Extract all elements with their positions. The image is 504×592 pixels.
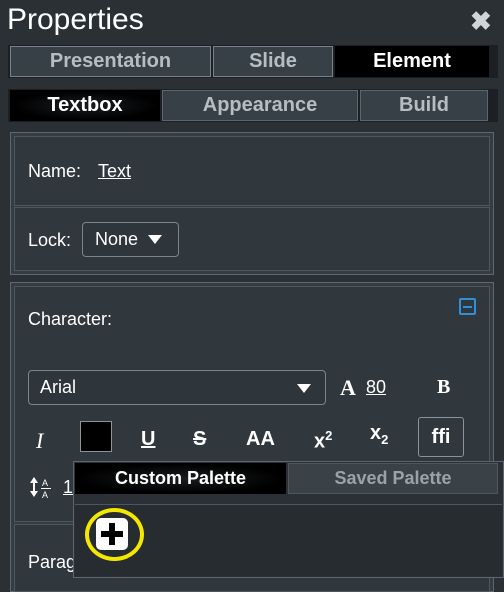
bold-button[interactable]: B: [437, 376, 450, 399]
tab-saved-palette[interactable]: Saved Palette: [288, 463, 498, 494]
window-title: Properties: [7, 3, 144, 36]
subscript-base: x: [370, 422, 382, 444]
tab-presentation[interactable]: Presentation: [10, 46, 211, 77]
close-icon[interactable]: ✖: [470, 6, 492, 37]
name-label: Name:: [28, 161, 82, 181]
chevron-down-icon: [148, 235, 163, 244]
name-section: [14, 136, 490, 206]
ligature-button[interactable]: ffi: [418, 417, 464, 457]
font-size-icon: A: [340, 375, 356, 400]
font-select[interactable]: Arial: [28, 370, 326, 405]
underline-button[interactable]: U: [141, 428, 155, 451]
subtab-appearance[interactable]: Appearance: [162, 90, 358, 121]
lock-label: Lock:: [28, 230, 72, 250]
collapse-icon[interactable]: [459, 298, 476, 315]
svg-text:A: A: [42, 478, 48, 488]
svg-text:A: A: [42, 490, 48, 500]
all-caps-button[interactable]: AA: [246, 428, 275, 451]
strikethrough-button[interactable]: S: [193, 428, 206, 451]
line-spacing-icon[interactable]: A A: [29, 475, 59, 501]
paragraph-label: Parag: [28, 552, 77, 572]
plus-icon[interactable]: [96, 518, 128, 550]
font-select-value: Arial: [40, 377, 77, 397]
tab-element[interactable]: Element: [335, 46, 489, 77]
subtab-textbox[interactable]: Textbox: [10, 90, 160, 121]
italic-button[interactable]: I: [36, 428, 43, 454]
tab-custom-palette[interactable]: Custom Palette: [75, 463, 286, 494]
tab-slide[interactable]: Slide: [213, 46, 333, 77]
name-value[interactable]: Text: [98, 161, 131, 182]
lock-select[interactable]: None: [82, 222, 179, 257]
subtab-build[interactable]: Build: [360, 90, 488, 121]
subscript-button[interactable]: x2: [370, 422, 388, 447]
text-color-swatch[interactable]: [80, 421, 112, 452]
line-spacing-value[interactable]: 1: [63, 477, 73, 498]
superscript-mark: 2: [325, 428, 333, 443]
superscript-base: x: [314, 430, 326, 453]
superscript-button[interactable]: x2: [314, 428, 332, 454]
lock-select-value: None: [95, 229, 139, 249]
subscript-mark: 2: [381, 432, 389, 447]
character-label: Character:: [28, 309, 113, 329]
chevron-down-icon: [297, 384, 311, 393]
font-size-value[interactable]: 80: [366, 377, 386, 398]
